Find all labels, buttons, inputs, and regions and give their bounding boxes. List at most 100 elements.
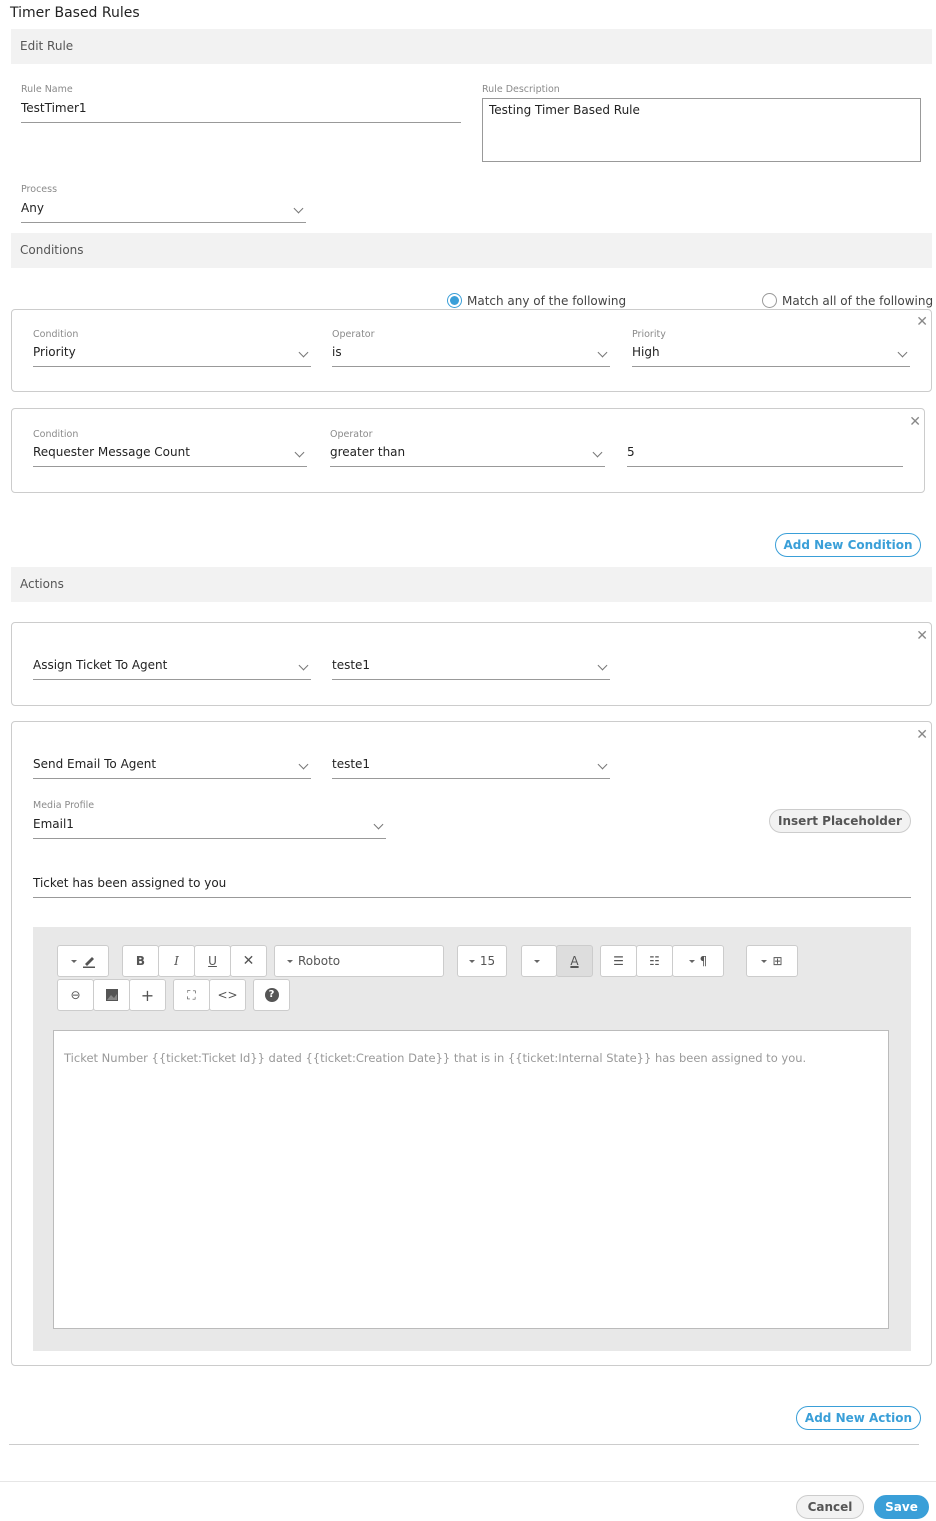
- match-any-label: Match any of the following: [467, 294, 627, 308]
- match-any-radio[interactable]: [447, 293, 462, 308]
- editor-text: Ticket Number {{ticket:Ticket Id}} dated…: [64, 1051, 807, 1065]
- pen-icon: [82, 957, 95, 968]
- insert-placeholder-button[interactable]: Insert Placeholder: [769, 809, 911, 833]
- chevron-down-icon: [597, 759, 608, 770]
- close-icon[interactable]: ✕: [916, 315, 928, 329]
- process-label: Process: [21, 184, 58, 195]
- paragraph-dropdown-button[interactable]: ¶: [672, 945, 724, 977]
- process-select[interactable]: Any: [21, 197, 306, 223]
- action-target-value: teste1: [332, 757, 371, 771]
- chevron-down-icon: [293, 203, 304, 214]
- value-input[interactable]: 5: [627, 441, 903, 467]
- close-icon[interactable]: ✕: [916, 728, 928, 742]
- font-size-dropdown[interactable]: 15: [457, 945, 507, 977]
- footer-divider: [0, 1481, 936, 1482]
- media-profile-select[interactable]: Email1: [33, 813, 386, 839]
- close-icon[interactable]: ✕: [916, 629, 928, 643]
- unordered-list-button[interactable]: ☰: [600, 945, 637, 977]
- caret-down-icon: [468, 959, 475, 963]
- add-new-condition-button[interactable]: Add New Condition: [775, 533, 921, 557]
- unordered-list-icon: ☰: [613, 954, 624, 968]
- image-icon: [105, 989, 118, 1001]
- font-size-value: 15: [479, 954, 496, 968]
- section-edit-rule: Edit Rule: [11, 29, 932, 64]
- operator-label: Operator: [330, 429, 373, 440]
- clear-format-button[interactable]: ✕: [230, 945, 267, 977]
- font-name-dropdown[interactable]: Roboto: [274, 945, 444, 977]
- underline-icon: U: [208, 954, 217, 968]
- editor-content[interactable]: Ticket Number {{ticket:Ticket Id}} dated…: [53, 1030, 889, 1329]
- condition-select[interactable]: Priority: [33, 341, 311, 367]
- email-subject-value: Ticket has been assigned to you: [33, 876, 227, 890]
- rule-description-value: Testing Timer Based Rule: [489, 103, 640, 117]
- section-conditions: Conditions: [11, 233, 932, 268]
- media-profile-label: Media Profile: [33, 800, 95, 811]
- operator-value: greater than: [330, 445, 406, 459]
- chevron-down-icon: [298, 347, 309, 358]
- table-icon: ⊞: [772, 954, 783, 968]
- add-new-action-button[interactable]: Add New Action: [796, 1406, 921, 1430]
- bold-icon: B: [135, 954, 146, 968]
- rule-name-input[interactable]: TestTimer1: [21, 97, 461, 123]
- close-icon[interactable]: ✕: [909, 415, 921, 429]
- fullscreen-icon: ⛶: [187, 987, 196, 1002]
- action-type-value: Assign Ticket To Agent: [33, 658, 168, 672]
- italic-button[interactable]: I: [158, 945, 195, 977]
- operator-label: Operator: [332, 329, 375, 340]
- ordered-list-icon: ☷: [649, 954, 660, 968]
- bold-button[interactable]: B: [122, 945, 159, 977]
- operator-select[interactable]: is: [332, 341, 610, 367]
- rule-name-value: TestTimer1: [21, 101, 87, 115]
- code-view-button[interactable]: <>: [209, 979, 246, 1011]
- paragraph-icon: ¶: [699, 954, 708, 968]
- fullscreen-button[interactable]: ⛶: [173, 979, 210, 1011]
- caret-down-icon: [761, 959, 768, 963]
- underline-button[interactable]: U: [194, 945, 231, 977]
- action-target-select[interactable]: teste1: [332, 753, 610, 779]
- operator-select[interactable]: greater than: [330, 441, 605, 467]
- priority-label: Priority: [632, 329, 666, 340]
- action-type-select[interactable]: Assign Ticket To Agent: [33, 654, 311, 680]
- condition-label: Condition: [33, 329, 79, 340]
- color-dropdown-button[interactable]: [521, 945, 557, 977]
- ordered-list-button[interactable]: ☷: [636, 945, 673, 977]
- section-title: Edit Rule: [20, 39, 74, 53]
- link-icon: ⊖: [70, 988, 81, 1002]
- match-all-label: Match all of the following: [782, 294, 934, 308]
- chevron-down-icon: [298, 660, 309, 671]
- style-dropdown-button[interactable]: [57, 945, 109, 977]
- link-button[interactable]: ⊖: [57, 979, 94, 1011]
- action-type-select[interactable]: Send Email To Agent: [33, 753, 311, 779]
- email-subject-input[interactable]: Ticket has been assigned to you: [33, 872, 911, 898]
- condition-select[interactable]: Requester Message Count: [33, 441, 307, 467]
- priority-select[interactable]: High: [632, 341, 910, 367]
- rule-description-label: Rule Description: [482, 84, 560, 95]
- code-icon: <>: [217, 988, 238, 1002]
- condition-card: ✕ Condition Requester Message Count Oper…: [11, 408, 925, 493]
- divider: [9, 1444, 919, 1445]
- chevron-down-icon: [597, 660, 608, 671]
- help-button[interactable]: ?: [253, 979, 290, 1011]
- plus-icon: +: [140, 985, 155, 1005]
- condition-value: Priority: [33, 345, 76, 359]
- text-color-icon: A: [570, 954, 579, 968]
- table-dropdown-button[interactable]: ⊞: [746, 945, 798, 977]
- insert-hr-button[interactable]: +: [129, 979, 166, 1011]
- cancel-button[interactable]: Cancel: [796, 1495, 864, 1519]
- picture-button[interactable]: [93, 979, 130, 1011]
- save-button[interactable]: Save: [874, 1495, 929, 1519]
- action-card: ✕ Assign Ticket To Agent teste1: [11, 622, 932, 706]
- chevron-down-icon: [592, 447, 603, 458]
- match-all-radio[interactable]: [762, 293, 777, 308]
- value-value: 5: [627, 445, 635, 459]
- text-color-button[interactable]: A: [556, 945, 593, 977]
- action-target-select[interactable]: teste1: [332, 654, 610, 680]
- rule-description-textarea[interactable]: Testing Timer Based Rule: [482, 98, 921, 162]
- caret-down-icon: [287, 959, 293, 963]
- media-profile-value: Email1: [33, 817, 74, 831]
- rule-name-label: Rule Name: [21, 84, 73, 95]
- section-title: Conditions: [20, 243, 84, 257]
- clear-format-icon: ✕: [242, 953, 255, 969]
- chevron-down-icon: [597, 347, 608, 358]
- action-card: ✕ Send Email To Agent teste1 Media Profi…: [11, 721, 932, 1366]
